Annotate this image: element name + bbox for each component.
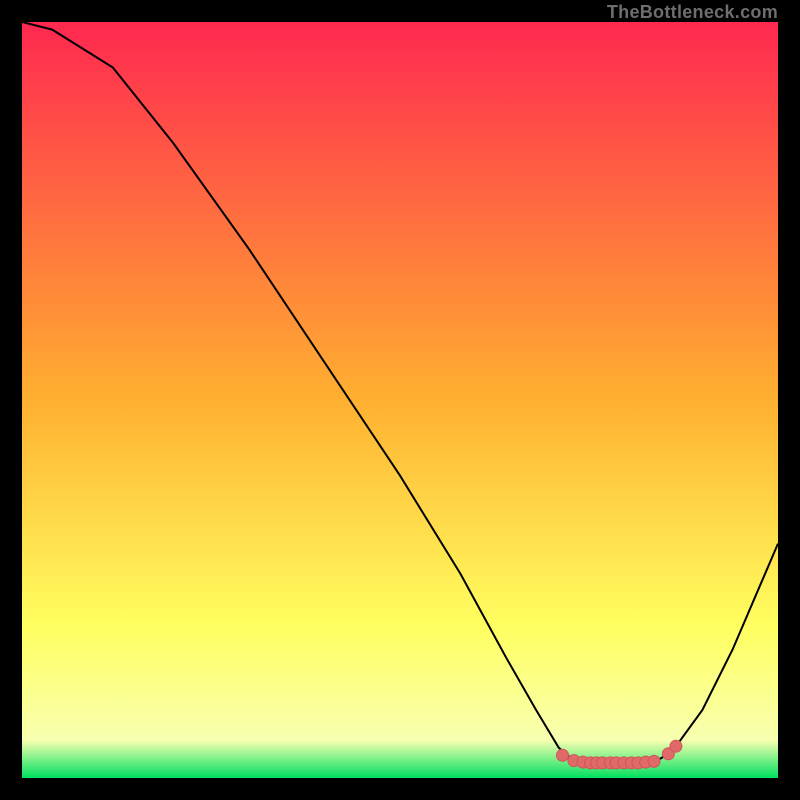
watermark-text: TheBottleneck.com	[607, 2, 778, 23]
data-marker	[648, 755, 660, 767]
gradient-background	[22, 22, 778, 778]
data-marker	[557, 749, 569, 761]
chart-frame: TheBottleneck.com	[0, 0, 800, 800]
data-marker	[670, 740, 682, 752]
chart-plot	[22, 22, 778, 778]
